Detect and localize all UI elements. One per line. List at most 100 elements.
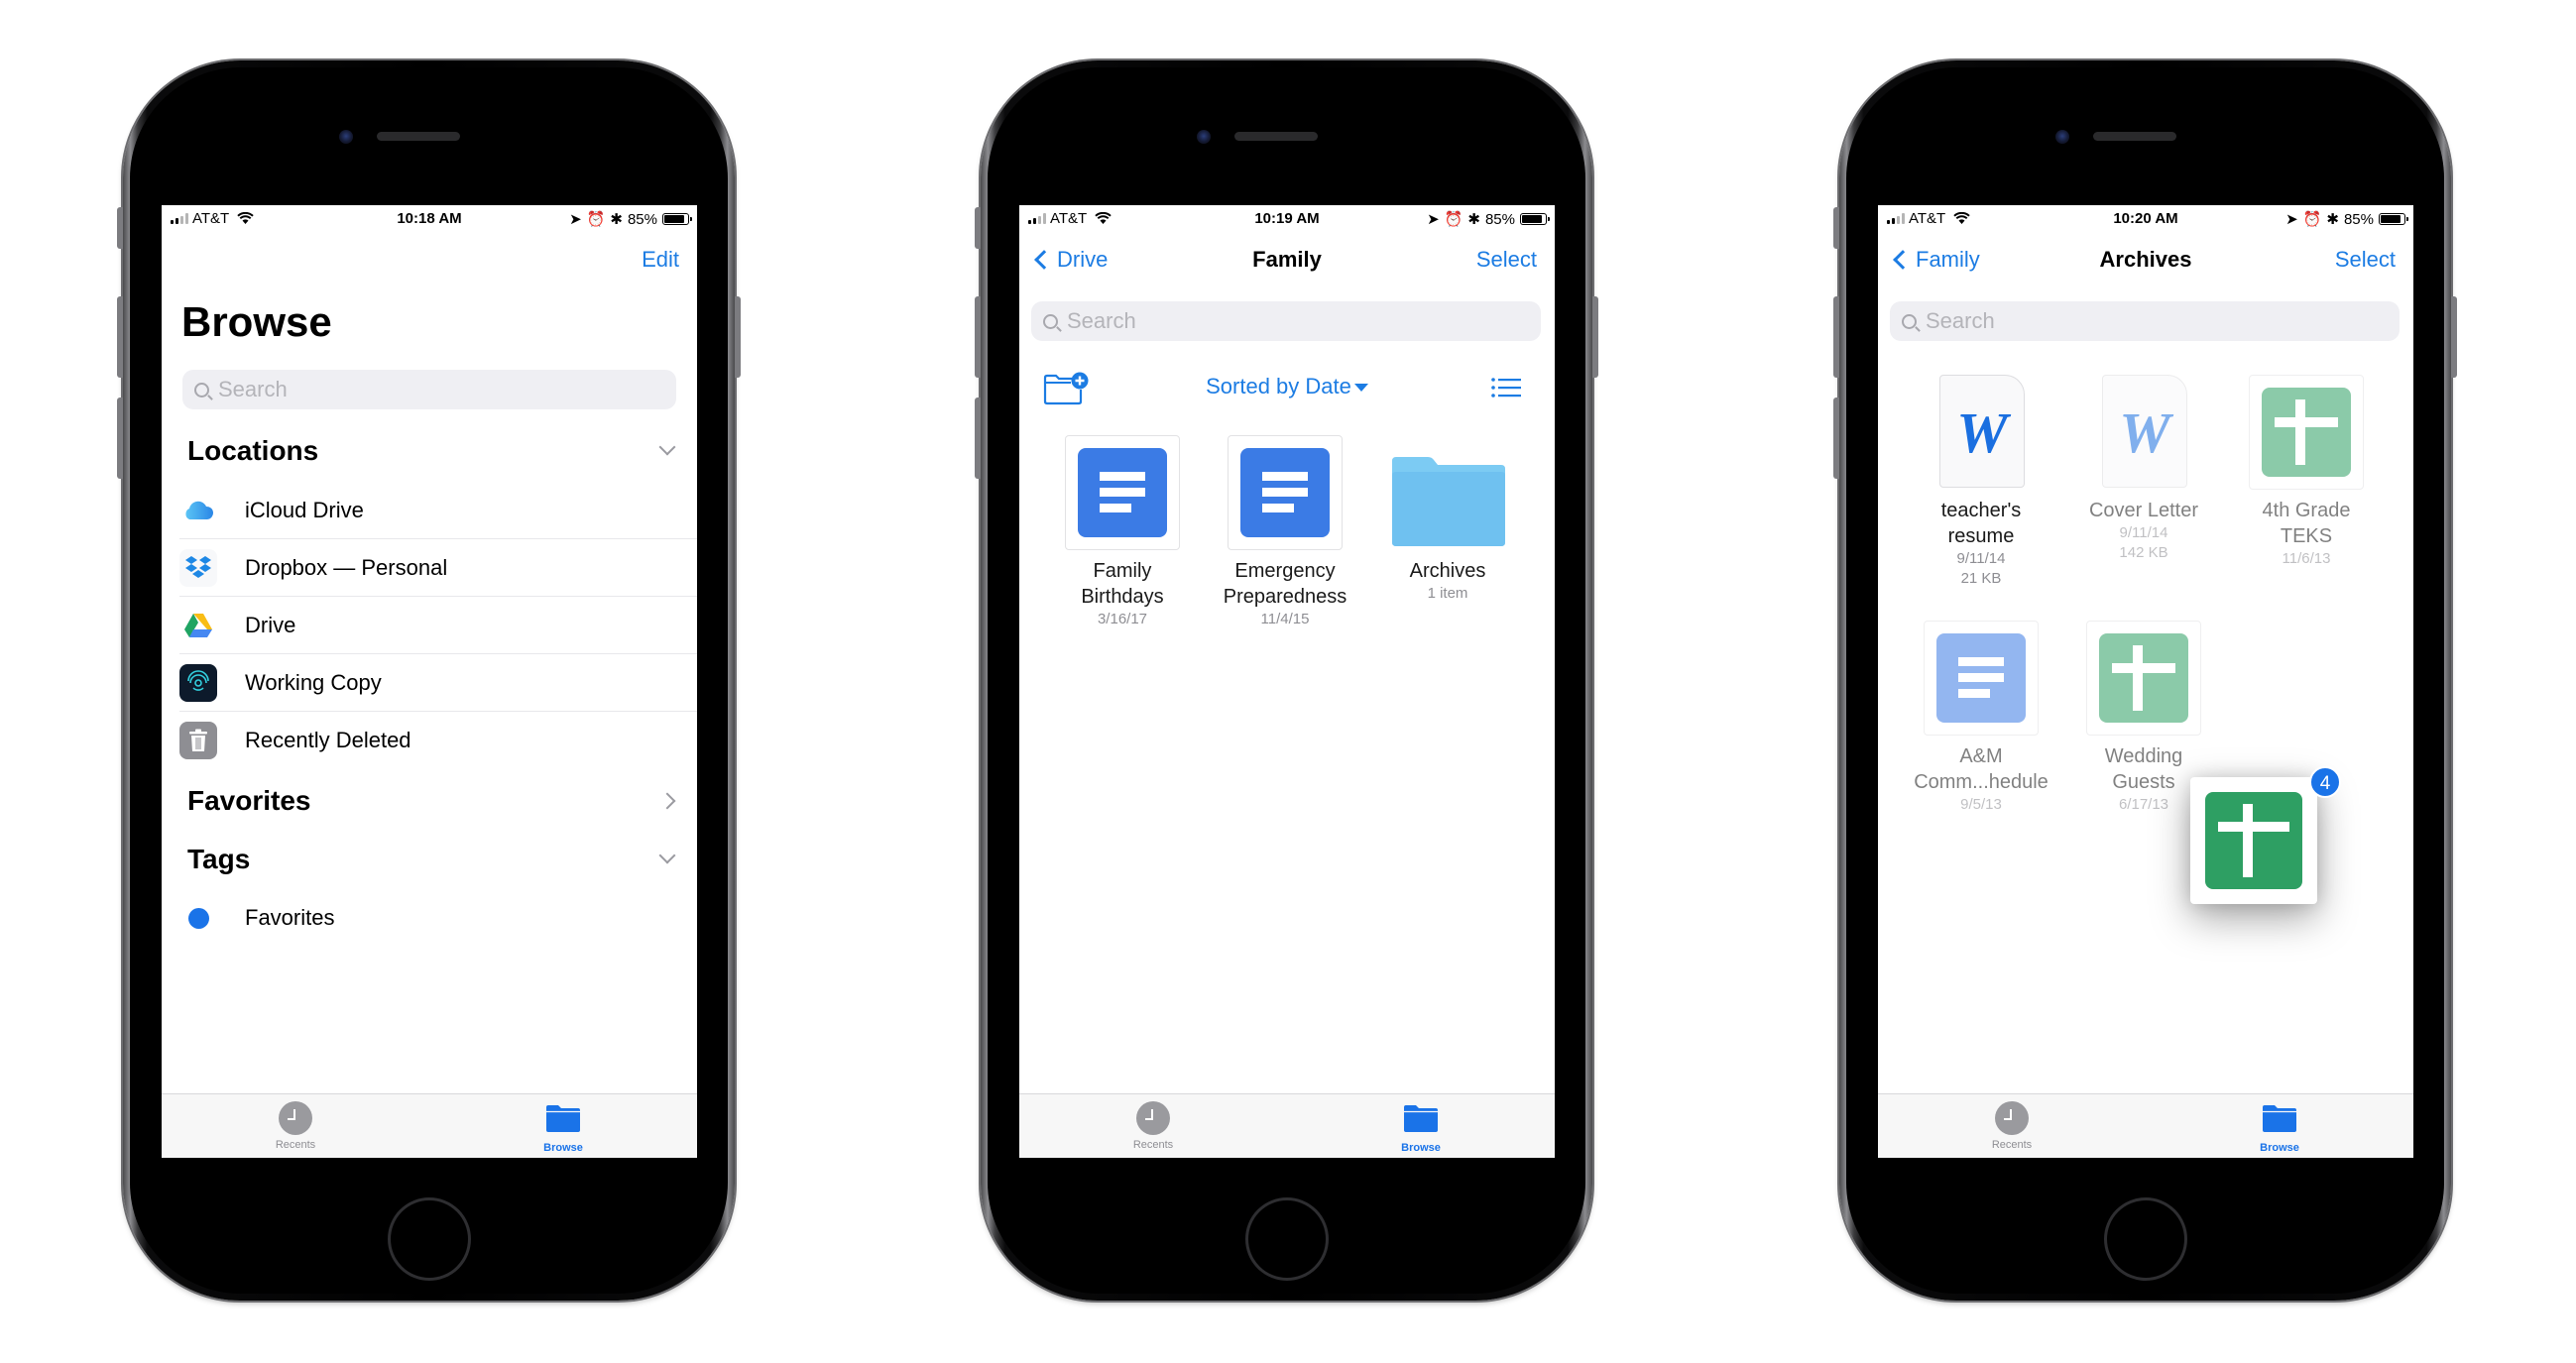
word-document-icon: W xyxy=(2102,375,2187,488)
location-working-copy[interactable]: Working Copy xyxy=(179,654,697,712)
battery-percent: 85% xyxy=(2343,210,2374,228)
favorites-header[interactable]: Favorites xyxy=(187,785,311,817)
back-button[interactable]: Family xyxy=(1890,247,1980,273)
battery-percent: 85% xyxy=(1484,210,1515,228)
location-recently-deleted[interactable]: Recently Deleted xyxy=(179,712,697,769)
volume-up-button xyxy=(1833,296,1839,378)
earpiece-speaker xyxy=(1234,132,1318,141)
google-docs-icon xyxy=(1936,633,2026,723)
battery-percent: 85% xyxy=(627,210,657,228)
search-placeholder: Search xyxy=(1926,308,1995,333)
folder-item-count: 1 item xyxy=(1427,585,1468,602)
battery-icon xyxy=(2379,213,2408,225)
location-dropbox[interactable]: Dropbox — Personal xyxy=(179,539,697,597)
tab-recents[interactable]: Recents xyxy=(236,1101,355,1151)
location-drive[interactable]: Drive xyxy=(179,597,697,654)
power-button xyxy=(2451,296,2457,378)
tag-favorites[interactable]: Favorites xyxy=(179,889,697,947)
file-name: Emergency Preparedness xyxy=(1223,560,1347,608)
battery-icon xyxy=(1520,213,1550,225)
search-field[interactable]: Search xyxy=(1031,301,1541,341)
mute-switch xyxy=(975,207,981,249)
battery-fill xyxy=(1522,215,1542,223)
drag-count-badge: 4 xyxy=(2309,766,2341,798)
locations-header[interactable]: Locations xyxy=(187,435,318,467)
power-button xyxy=(735,296,741,378)
folder-item-archives[interactable]: Archives 1 item xyxy=(1366,435,1529,604)
tab-browse[interactable]: Browse xyxy=(504,1101,623,1154)
search-placeholder: Search xyxy=(1067,308,1136,333)
file-date: 9/11/14 xyxy=(1956,550,2006,567)
chevron-left-icon xyxy=(1034,250,1054,270)
earpiece-speaker xyxy=(2093,132,2176,141)
file-item-cover-letter[interactable]: W Cover Letter 9/11/14 142 KB xyxy=(2062,375,2225,563)
front-camera xyxy=(1197,130,1211,144)
google-docs-icon xyxy=(1240,448,1330,537)
chevron-down-icon[interactable] xyxy=(658,847,676,864)
tab-label: Browse xyxy=(1401,1142,1441,1154)
search-field[interactable]: Search xyxy=(1890,301,2400,341)
file-item-4th-grade-teks[interactable]: 4th Grade TEKS 11/6/13 xyxy=(2225,375,2388,569)
screen: AT&T 10:18 AM ➤ ⏰ ✱ 85% Edit Browse Sear… xyxy=(162,205,697,1158)
file-name: A&M Comm...hedule xyxy=(1914,745,2049,793)
search-placeholder: Search xyxy=(218,377,288,401)
file-item-family-birthdays[interactable]: Family Birthdays 3/16/17 xyxy=(1041,435,1204,629)
phone-browse: AT&T 10:18 AM ➤ ⏰ ✱ 85% Edit Browse Sear… xyxy=(117,60,741,1301)
volume-down-button xyxy=(117,398,123,479)
status-bar: AT&T 10:20 AM ➤ ⏰ ✱ 85% xyxy=(1878,205,2413,231)
home-button[interactable] xyxy=(2104,1197,2187,1281)
working-copy-icon xyxy=(179,664,217,702)
tab-recents[interactable]: Recents xyxy=(1952,1101,2071,1151)
location-label: Drive xyxy=(245,613,296,637)
file-item-am-comm-schedule[interactable]: A&M Comm...hedule 9/5/13 xyxy=(1900,621,2062,815)
list-view-icon[interactable] xyxy=(1491,377,1521,398)
clock-icon xyxy=(1995,1101,2029,1135)
location-label: iCloud Drive xyxy=(245,498,364,522)
sort-button[interactable]: Sorted by Date xyxy=(1019,374,1555,399)
bluetooth-icon: ✱ xyxy=(610,211,623,228)
icloud-icon xyxy=(179,492,217,529)
tag-color-dot-icon xyxy=(179,899,217,937)
mute-switch xyxy=(1833,207,1839,249)
select-button[interactable]: Select xyxy=(1476,247,1537,273)
file-date: 11/4/15 xyxy=(1260,611,1310,627)
google-sheets-icon xyxy=(2099,633,2188,723)
phone-archives: AT&T 10:20 AM ➤ ⏰ ✱ 85% Archives Family … xyxy=(1833,60,2457,1301)
front-camera xyxy=(2055,130,2069,144)
folder-icon xyxy=(2263,1105,2296,1132)
chevron-right-icon[interactable] xyxy=(658,792,676,810)
screen: AT&T 10:20 AM ➤ ⏰ ✱ 85% Archives Family … xyxy=(1878,205,2413,1158)
location-icon: ➤ xyxy=(1427,211,1440,228)
tab-browse[interactable]: Browse xyxy=(2220,1101,2339,1154)
dragged-items-stack[interactable] xyxy=(2190,777,2317,904)
folder-icon xyxy=(1392,457,1505,546)
file-date: 9/11/14 xyxy=(2119,524,2168,541)
volume-up-button xyxy=(975,296,981,378)
select-button[interactable]: Select xyxy=(2335,247,2396,273)
search-field[interactable]: Search xyxy=(182,370,676,409)
word-document-icon: W xyxy=(1939,375,2025,488)
status-bar: AT&T 10:19 AM ➤ ⏰ ✱ 85% xyxy=(1019,205,1555,231)
location-icloud-drive[interactable]: iCloud Drive xyxy=(179,482,697,539)
battery-fill xyxy=(2381,215,2400,223)
tab-recents[interactable]: Recents xyxy=(1094,1101,1213,1151)
google-drive-icon xyxy=(179,607,217,644)
edit-button[interactable]: Edit xyxy=(642,247,679,273)
bluetooth-icon: ✱ xyxy=(2326,211,2339,228)
back-button[interactable]: Drive xyxy=(1031,247,1108,273)
tags-header[interactable]: Tags xyxy=(187,844,250,875)
status-bar: AT&T 10:18 AM ➤ ⏰ ✱ 85% xyxy=(162,205,697,231)
tag-label: Favorites xyxy=(245,905,335,930)
power-button xyxy=(1592,296,1598,378)
home-button[interactable] xyxy=(1245,1197,1329,1281)
file-item-emergency-preparedness[interactable]: Emergency Preparedness 11/4/15 xyxy=(1204,435,1366,629)
tab-browse[interactable]: Browse xyxy=(1361,1101,1480,1154)
home-button[interactable] xyxy=(388,1197,471,1281)
chevron-down-icon[interactable] xyxy=(658,438,676,456)
phone-family: AT&T 10:19 AM ➤ ⏰ ✱ 85% Family Drive Sel… xyxy=(975,60,1598,1301)
google-sheet-thumbnail xyxy=(2086,621,2201,736)
file-item-teachers-resume[interactable]: W teacher's resume 9/11/14 21 KB xyxy=(1900,375,2062,589)
folder-thumbnail xyxy=(1390,435,1505,550)
location-icon: ➤ xyxy=(569,211,582,228)
tab-label: Recents xyxy=(1991,1139,2033,1151)
